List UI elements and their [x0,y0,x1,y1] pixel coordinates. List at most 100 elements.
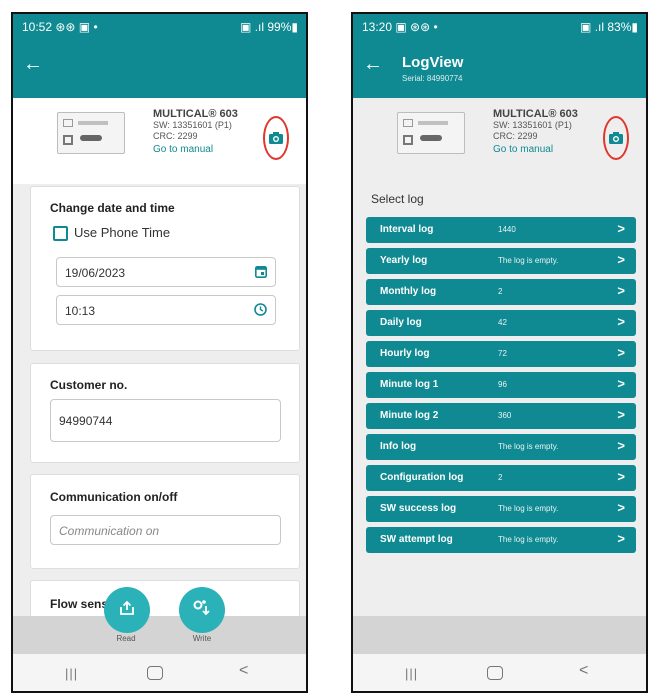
log-name: SW success log [380,503,457,514]
customer-no-field[interactable]: 94990744 [50,399,281,442]
write-button[interactable] [179,587,225,633]
card-title: Communication on/off [50,490,178,504]
back-nav-icon[interactable]: < [239,662,248,680]
chevron-right-icon: > [617,314,625,329]
read-button[interactable] [104,587,150,633]
log-count: 2 [498,287,503,296]
home-button[interactable] [487,666,503,680]
manual-link[interactable]: Go to manual [493,144,578,155]
chevron-right-icon: > [617,345,625,360]
device-crc: CRC: 2299 [493,131,538,141]
device-header: MULTICAL® 603 SW: 13351601 (P1) CRC: 229… [13,98,306,184]
chevron-right-icon: > [617,500,625,515]
log-list: Interval log 1440 > Yearly log The log is e… [366,217,636,558]
time-value: 10:13 [65,304,96,318]
use-phone-time-label: Use Phone Time [74,225,171,240]
log-name: Minute log 2 [380,410,439,421]
log-count: 72 [498,349,507,358]
device-info: MULTICAL® 603 SW: 13351601 (P1) CRC: 229… [493,108,578,155]
manual-link[interactable]: Go to manual [153,144,238,155]
recent-apps-button[interactable]: ||| [65,666,78,681]
system-nav-bar: ||| < [13,654,306,691]
chevron-right-icon: > [617,221,625,236]
status-time: 10:52 ⊛⊛ ▣ • [22,20,98,34]
log-count: The log is empty. [498,504,559,513]
log-count: The log is empty. [498,442,559,451]
gears-download-icon [193,600,210,616]
log-row-yearly[interactable]: Yearly log The log is empty. > [366,248,636,274]
serial-number: Serial: 84990774 [402,74,463,83]
log-row-minute-2[interactable]: Minute log 2 360 > [366,403,636,429]
chevron-right-icon: > [617,469,625,484]
log-count: The log is empty. [498,256,559,265]
log-count: 360 [498,411,512,420]
card-title: Customer no. [50,378,128,392]
back-nav-icon[interactable]: < [579,662,588,680]
phone-left: 10:52 ⊛⊛ ▣ • ▣ .ıl 99%▮ ← MULTICAL® 603 … [11,12,308,693]
log-name: Configuration log [380,472,464,483]
device-crc: CRC: 2299 [153,131,198,141]
communication-field[interactable]: Communication on [50,515,281,545]
status-time: 13:20 ▣ ⊛⊛ • [362,20,438,34]
communication-value: Communication on [59,524,160,538]
use-phone-time-row[interactable]: Use Phone Time [53,225,171,242]
chevron-right-icon: > [617,531,625,546]
chevron-right-icon: > [617,283,625,298]
upload-icon [120,600,134,615]
system-nav-bar: ||| < [353,654,646,691]
log-count: 42 [498,318,507,327]
log-name: Monthly log [380,286,437,297]
log-name: Interval log [380,224,434,235]
back-arrow-icon[interactable]: ← [23,54,43,74]
camera-button[interactable] [263,116,289,160]
chevron-right-icon: > [617,376,625,391]
camera-button[interactable] [603,116,629,160]
back-arrow-icon[interactable]: ← [363,54,383,74]
device-sw: SW: 13351601 (P1) [493,120,572,130]
log-count: The log is empty. [498,535,559,544]
log-name: Daily log [380,317,422,328]
log-row-interval[interactable]: Interval log 1440 > [366,217,636,243]
log-row-info[interactable]: Info log The log is empty. > [366,434,636,460]
use-phone-time-checkbox[interactable] [53,226,68,242]
meter-image [57,112,125,154]
app-bar: ← [13,40,306,98]
chevron-right-icon: > [617,252,625,267]
camera-icon [269,132,283,144]
log-row-sw-success[interactable]: SW success log The log is empty. > [366,496,636,522]
status-indicators: ▣ .ıl 83%▮ [580,20,638,34]
customer-no-value: 94990744 [59,414,113,428]
action-bar: Read Write [13,616,306,654]
log-row-configuration[interactable]: Configuration log 2 > [366,465,636,491]
home-button[interactable] [147,666,163,680]
meter-image [397,112,465,154]
phone-right: 13:20 ▣ ⊛⊛ • ▣ .ıl 83%▮ ← LogView Serial… [351,12,648,693]
log-count: 2 [498,473,503,482]
log-row-sw-attempt[interactable]: SW attempt log The log is empty. > [366,527,636,553]
card-title: Change date and time [50,201,175,215]
select-log-heading: Select log [371,192,424,206]
status-bar: 10:52 ⊛⊛ ▣ • ▣ .ıl 99%▮ [13,14,306,40]
recent-apps-button[interactable]: ||| [405,666,418,681]
camera-icon [609,132,623,144]
log-name: Minute log 1 [380,379,439,390]
screenshot-stage: 10:52 ⊛⊛ ▣ • ▣ .ıl 99%▮ ← MULTICAL® 603 … [0,0,656,693]
log-count: 1440 [498,225,516,234]
log-count: 96 [498,380,507,389]
log-row-hourly[interactable]: Hourly log 72 > [366,341,636,367]
chevron-right-icon: > [617,407,625,422]
write-label: Write [192,634,212,643]
action-bar [353,616,646,654]
page-title: LogView [402,54,464,71]
date-time-card: Change date and time Use Phone Time 19/0… [30,186,300,351]
time-field[interactable]: 10:13 [56,295,276,325]
communication-card: Communication on/off Communication on [30,474,300,569]
log-row-daily[interactable]: Daily log 42 > [366,310,636,336]
date-field[interactable]: 19/06/2023 [56,257,276,287]
device-model: MULTICAL® 603 [493,108,578,120]
status-indicators: ▣ .ıl 99%▮ [240,20,298,34]
log-name: Hourly log [380,348,430,359]
log-row-monthly[interactable]: Monthly log 2 > [366,279,636,305]
log-name: SW attempt log [380,534,453,545]
log-row-minute-1[interactable]: Minute log 1 96 > [366,372,636,398]
